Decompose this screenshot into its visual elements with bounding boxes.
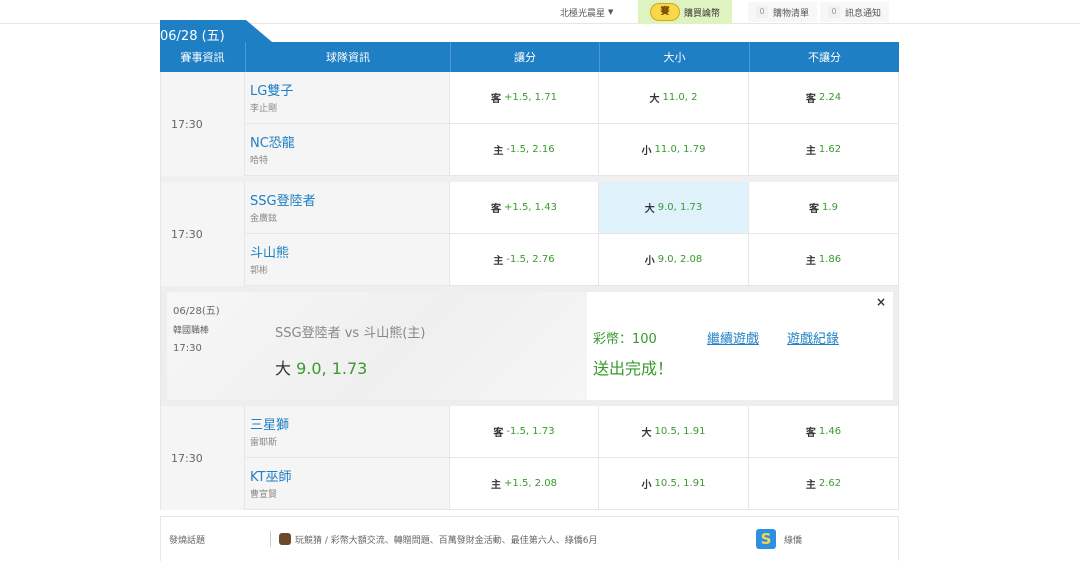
over-under-odds-button-selected[interactable]: 大 9.0, 1.73 [599, 182, 749, 233]
game-time: 17:30 [161, 182, 245, 286]
pitcher-name: 雷耶斯 [250, 438, 278, 448]
close-icon[interactable]: × [871, 292, 891, 312]
table-header: 賽事資訊 球隊資訊 讓分 大小 不讓分 [160, 42, 899, 72]
team-cell: KT巫師 曹宣賢 [245, 458, 450, 509]
game-block: 17:30 LG雙子 李止剛 客 +1.5, 1.71 大 11.0, 2 客 2.2… [160, 72, 899, 176]
bet-confirmation-panel: 06/28(五) 韓國職棒 17:30 SSG登陸者 vs 斗山熊(主) 大 9… [160, 286, 899, 406]
header-moneyline: 不讓分 [808, 51, 841, 64]
messages-button[interactable]: 0 訊息通知 [820, 2, 890, 22]
over-under-odds-button[interactable]: 大 10.5, 1.91 [599, 406, 749, 457]
moneyline-odds-button[interactable]: 主 1.86 [749, 234, 898, 285]
team-cell: LG雙子 李止剛 [245, 72, 450, 123]
table-row: NC恐龍 哈特 主 -1.5, 2.16 小 11.0, 1.79 主 1.62 [245, 124, 898, 176]
cart-label: 購物清單 [773, 8, 810, 19]
team-name[interactable]: 三星獅 [250, 414, 449, 433]
spread-odds-button[interactable]: 主 -1.5, 2.76 [450, 234, 599, 285]
table-row: 三星獅 雷耶斯 客 -1.5, 1.73 大 10.5, 1.91 客 1.46 [245, 406, 898, 458]
table-row: SSG登陸者 金廣鉉 客 +1.5, 1.43 大 9.0, 1.73 客 1.9 [245, 182, 898, 234]
user-name: 北極光晨星 [560, 8, 606, 19]
spread-odds-button[interactable]: 主 -1.5, 2.16 [450, 124, 599, 175]
game-block: 17:30 三星獅 雷耶斯 客 -1.5, 1.73 大 10.5, 1.91 客1… [160, 406, 899, 510]
header-match-info: 賽事資訊 [160, 42, 246, 72]
team-name[interactable]: SSG登陸者 [250, 190, 449, 209]
header-over-under: 大小 [600, 42, 750, 72]
hot-topics-links[interactable]: 玩競猜 / 彩幣大額交流、轉贈問題、百萬發財金活動、最佳第六人、綠僑6月 [271, 533, 756, 546]
team-cell: SSG登陸者 金廣鉉 [245, 182, 450, 233]
coin-balance: 彩幣：100 [593, 332, 657, 347]
user-menu[interactable]: 北極光晨星 ▼ [560, 0, 613, 24]
brand-name: 綠僑 [784, 535, 803, 546]
messages-label: 訊息通知 [845, 8, 882, 19]
header-team-info: 球隊資訊 [246, 42, 451, 72]
moneyline-odds-button[interactable]: 客 1.9 [749, 182, 898, 233]
over-under-odds-button[interactable]: 小 9.0, 2.08 [599, 234, 749, 285]
team-cell: NC恐龍 哈特 [245, 124, 450, 175]
pitcher-name: 哈特 [250, 156, 269, 166]
pitcher-name: 李止剛 [250, 104, 278, 114]
date-tab[interactable]: 06/28 (五) [160, 20, 300, 44]
table-row: KT巫師 曹宣賢 主 +1.5, 2.08 小 10.5, 1.91 主 2.62 [245, 458, 898, 510]
moneyline-odds-button[interactable]: 客 1.46 [749, 406, 898, 457]
spread-odds-button[interactable]: 主 +1.5, 2.08 [450, 458, 599, 509]
table-row: LG雙子 李止剛 客 +1.5, 1.71 大 11.0, 2 客 2.24 [245, 72, 898, 124]
game-time: 17:30 [161, 406, 245, 510]
odds-table: 賽事資訊 球隊資訊 讓分 大小 不讓分 17:30 LG雙子 李止剛 客 +1.5… [160, 42, 899, 510]
over-under-odds-button[interactable]: 小 11.0, 1.79 [599, 124, 749, 175]
chevron-down-icon: ▼ [608, 8, 614, 16]
game-history-link[interactable]: 遊戲紀錄 [787, 328, 839, 347]
moneyline-odds-button[interactable]: 客 2.24 [749, 72, 898, 123]
team-name[interactable]: 斗山熊 [250, 242, 449, 261]
spread-odds-button[interactable]: 客 +1.5, 1.71 [450, 72, 599, 123]
pitcher-name: 郭彬 [250, 266, 269, 276]
pitcher-name: 曹宣賢 [250, 490, 278, 500]
hot-topics-bar: 發燒話題 玩競猜 / 彩幣大額交流、轉贈問題、百萬發財金活動、最佳第六人、綠僑6… [160, 516, 899, 561]
confirm-matchup: SSG登陸者 vs 斗山熊(主) [275, 326, 426, 341]
spread-odds-button[interactable]: 客 -1.5, 1.73 [450, 406, 599, 457]
team-name[interactable]: NC恐龍 [250, 132, 449, 151]
confirm-league: 韓國職棒 [173, 326, 210, 336]
table-row: 斗山熊 郭彬 主 -1.5, 2.76 小 9.0, 2.08 主 1.86 [245, 234, 898, 286]
spread-odds-button[interactable]: 客 +1.5, 1.43 [450, 182, 599, 233]
hot-topics-text[interactable]: 玩競猜 / 彩幣大額交流、轉贈問題、百萬發財金活動、最佳第六人、綠僑6月 [295, 533, 597, 546]
buy-coins-button[interactable]: 賽 購買論幣 [638, 0, 732, 24]
team-name[interactable]: KT巫師 [250, 466, 449, 485]
topic-avatar-icon [279, 533, 291, 545]
messages-count: 0 [828, 6, 840, 18]
header-spread: 讓分 [451, 42, 600, 72]
confirm-time: 17:30 [173, 343, 202, 354]
pitcher-name: 金廣鉉 [250, 214, 278, 224]
confirm-pick: 大 9.0, 1.73 [275, 359, 368, 378]
brand-link[interactable]: S 綠僑 [756, 529, 802, 549]
buy-coins-label: 購買論幣 [683, 8, 720, 19]
game-time: 17:30 [161, 72, 245, 176]
coin-badge-icon: 賽 [649, 3, 680, 21]
team-name[interactable]: LG雙子 [250, 80, 449, 99]
team-cell: 斗山熊 郭彬 [245, 234, 450, 285]
submit-success-message: 送出完成！ [593, 359, 674, 378]
cart-count: 0 [756, 6, 768, 18]
moneyline-odds-button[interactable]: 主 1.62 [749, 124, 898, 175]
over-under-odds-button[interactable]: 大 11.0, 2 [599, 72, 749, 123]
game-block: 17:30 SSG登陸者 金廣鉉 客 +1.5, 1.43 大 9.0, 1.73 … [160, 182, 899, 286]
confirm-date: 06/28(五) [173, 306, 220, 317]
hot-topics-label: 發燒話題 [161, 531, 271, 547]
team-cell: 三星獅 雷耶斯 [245, 406, 450, 457]
brand-logo-icon: S [756, 529, 776, 549]
over-under-odds-button[interactable]: 小 10.5, 1.91 [599, 458, 749, 509]
continue-game-link[interactable]: 繼續遊戲 [707, 328, 759, 347]
moneyline-odds-button[interactable]: 主 2.62 [749, 458, 898, 509]
cart-button[interactable]: 0 購物清單 [748, 2, 818, 22]
